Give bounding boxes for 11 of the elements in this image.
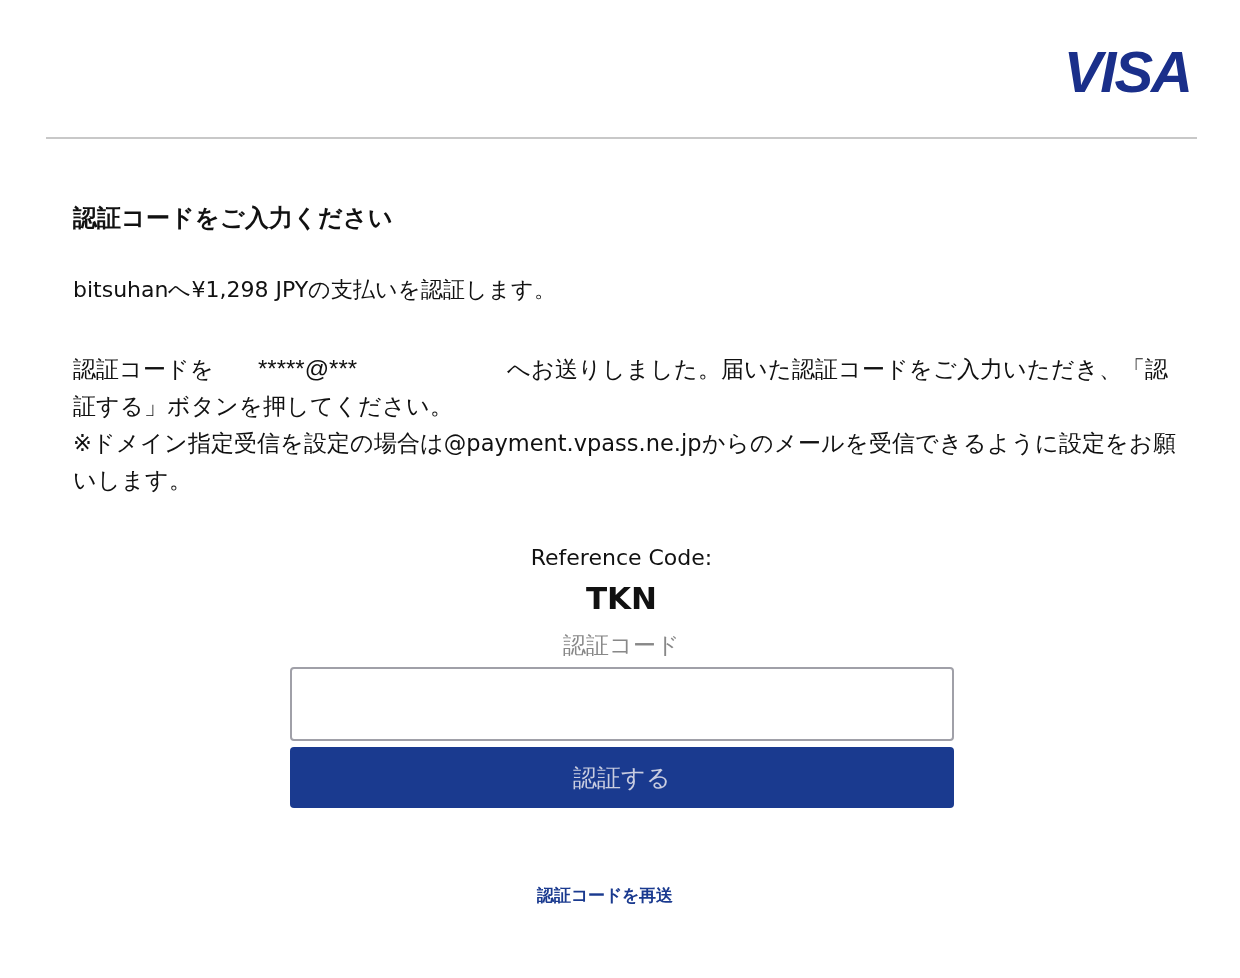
page-title: 認証コードをご入力ください xyxy=(73,203,394,234)
instruction-text: 認証コードを *****@*** へお送りしました。届いた認証コードをご入力いただき、「認証する」ボタンを押してください。 xyxy=(73,354,1170,421)
code-input[interactable] xyxy=(289,667,954,741)
submit-button[interactable]: 認証する xyxy=(289,747,954,808)
payment-text: bitsuhanへ¥1,298 JPYの支払いを認証します。 xyxy=(73,276,558,304)
code-label: 認証コード xyxy=(563,631,680,660)
visa-logo: VISA xyxy=(1063,37,1191,105)
domain-note: ※ドメイン指定受信を設定の場合は@payment.vpass.ne.jpからのメールを受信できるように設定をお願いします。 xyxy=(73,429,1177,495)
resend-link[interactable]: 認証コードを再送 xyxy=(536,884,673,907)
reference-code: TKN xyxy=(585,579,658,618)
reference-label: Reference Code: xyxy=(530,544,713,572)
